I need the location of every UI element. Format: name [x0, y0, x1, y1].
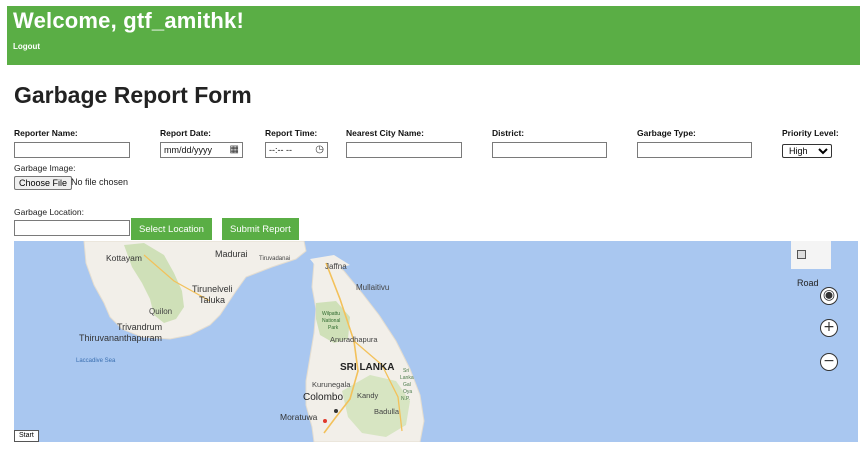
report-time-label: Report Time:: [265, 128, 318, 138]
choose-file-button[interactable]: Choose File: [14, 176, 73, 190]
colombo-marker: [334, 409, 338, 413]
map-label-kurunegala: Kurunegala: [312, 380, 351, 389]
map-label-park-np: N.P.: [401, 396, 411, 402]
garbage-location-input[interactable]: [14, 220, 130, 236]
map-label-jaffna: Jaffna: [325, 262, 347, 271]
garbage-type-input[interactable]: [637, 142, 752, 158]
report-date-input[interactable]: mm/dd/yyyy ▦: [160, 142, 243, 158]
report-time-input[interactable]: --:-- -- ◷: [265, 142, 328, 158]
map-label-kottayam: Kottayam: [106, 253, 142, 263]
page-title: Garbage Report Form: [14, 82, 252, 108]
map-type-square-icon: [797, 250, 806, 259]
map-label-taluka: Taluka: [199, 295, 226, 305]
welcome-title: Welcome, gtf_amithk!: [13, 8, 244, 33]
zoom-out-icon[interactable]: −: [820, 353, 838, 371]
garbage-image-label: Garbage Image:: [14, 163, 76, 173]
calendar-icon[interactable]: ▦: [230, 144, 239, 155]
nearest-city-label: Nearest City Name:: [346, 128, 424, 138]
start-button[interactable]: Start: [14, 430, 39, 442]
welcome-header: Welcome, gtf_amithk! Logout: [7, 6, 860, 65]
map-label-madurai: Madurai: [215, 249, 248, 259]
garbage-type-label: Garbage Type:: [637, 128, 696, 138]
select-location-button[interactable]: Select Location: [131, 218, 212, 240]
map-label-park-gal: Gal: [403, 382, 411, 388]
map-label-park-lanka: Lanka: [400, 375, 414, 381]
clock-icon[interactable]: ◷: [315, 144, 324, 155]
zoom-in-icon[interactable]: +: [820, 319, 838, 337]
map-label-park-oya: Oya: [403, 389, 413, 395]
report-date-placeholder: mm/dd/yyyy: [164, 145, 213, 155]
file-status: No file chosen: [71, 177, 129, 187]
map-label-mullaitivu: Mullaitivu: [356, 283, 390, 292]
reporter-name-input[interactable]: [14, 142, 130, 158]
map-label-sri-lanka: SRI LANKA: [340, 362, 395, 373]
map-label-colombo: Colombo: [303, 392, 344, 403]
map-label-tirunelveli: Tirunelveli: [192, 284, 233, 294]
nearest-city-input[interactable]: [346, 142, 462, 158]
map-label-wilpattu: Wilpattu: [322, 311, 341, 317]
map-type-label: Road: [797, 278, 819, 288]
moratuwa-marker: [323, 419, 327, 423]
garbage-location-label: Garbage Location:: [14, 207, 84, 217]
priority-level-select[interactable]: High: [782, 144, 832, 158]
map-label-kandy: Kandy: [357, 391, 379, 400]
map-label-trivandrum: Trivandrum: [117, 322, 163, 332]
district-input[interactable]: [492, 142, 607, 158]
map-label-badulla: Badulla: [374, 407, 400, 416]
reporter-name-label: Reporter Name:: [14, 128, 78, 138]
location-map[interactable]: Kottayam Madurai Tiruvadanai Jaffna Tiru…: [14, 241, 858, 442]
map-label-laccadive-sea: Laccadive Sea: [76, 358, 116, 364]
report-date-label: Report Date:: [160, 128, 212, 138]
map-label-quilon: Quilon: [149, 307, 173, 316]
map-label-moratuwa: Moratuwa: [280, 412, 318, 422]
priority-level-label: Priority Level:: [782, 128, 839, 138]
map-label-anuradhapura: Anuradhapura: [330, 335, 378, 344]
locate-me-icon[interactable]: ◉: [820, 287, 838, 305]
logout-link[interactable]: Logout: [13, 42, 40, 51]
report-time-placeholder: --:-- --: [269, 145, 292, 155]
map-label-wilpattu-national: National: [322, 318, 341, 324]
map-label-park-sri: Sri: [403, 368, 410, 374]
map-type-road-toggle[interactable]: Road: [791, 241, 831, 288]
submit-report-button[interactable]: Submit Report: [222, 218, 299, 240]
map-label-wilpattu-park: Park: [328, 325, 339, 331]
district-label: District:: [492, 128, 525, 138]
map-label-thiruvananthapuram: Thiruvananthapuram: [79, 333, 163, 343]
map-label-tiruvadanai: Tiruvadanai: [259, 256, 291, 262]
